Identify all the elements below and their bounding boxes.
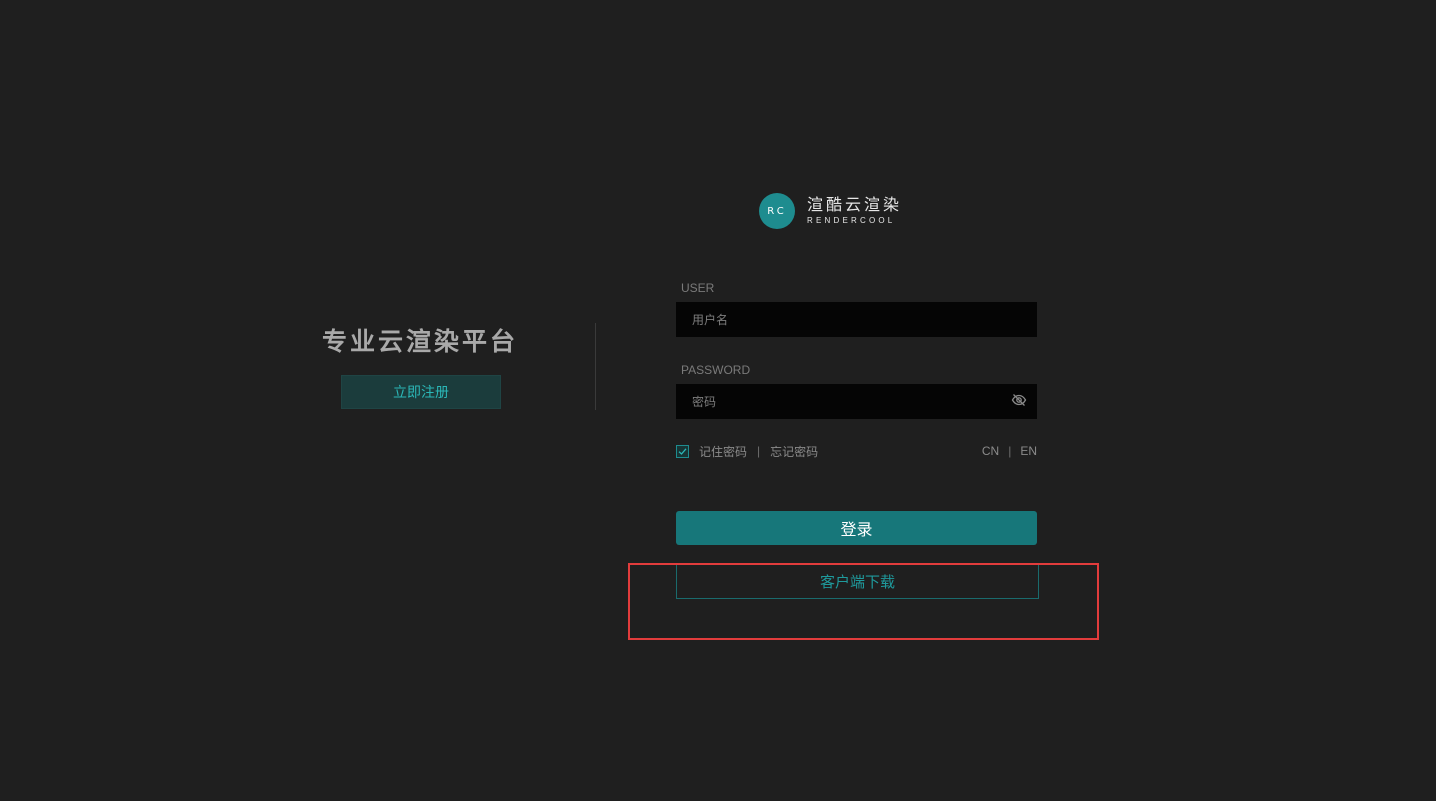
vertical-divider — [595, 323, 596, 410]
check-icon — [678, 447, 687, 455]
logo-name-en: RENDERCOOL — [807, 215, 896, 225]
logo-text: 渲酷云渲染 RENDERCOOL — [807, 197, 902, 226]
register-button[interactable]: 立即注册 — [341, 375, 501, 409]
brand-logo: RC 渲酷云渲染 RENDERCOOL — [759, 193, 902, 229]
logo-name-cn: 渲酷云渲染 — [807, 196, 903, 214]
logo-mark: RC — [759, 193, 795, 229]
forgot-password-link[interactable]: 忘记密码 — [770, 443, 818, 460]
eye-slash-icon[interactable] — [1011, 392, 1027, 408]
remember-checkbox[interactable] — [676, 444, 689, 458]
username-input[interactable] — [676, 302, 1037, 337]
lang-separator: | — [1008, 444, 1012, 458]
login-options-row: 记住密码 | 忘记密码 CN | EN — [676, 443, 1037, 459]
lang-en-link[interactable]: EN — [1020, 444, 1037, 458]
password-input[interactable] — [676, 384, 1037, 419]
platform-slogan: 专业云渲染平台 — [321, 328, 518, 356]
password-label: PASSWORD — [681, 363, 751, 377]
remember-password-label[interactable]: 记住密码 — [699, 443, 747, 460]
language-switch: CN | EN — [982, 444, 1037, 458]
lang-cn-link[interactable]: CN — [982, 444, 999, 458]
client-download-button[interactable]: 客户端下载 — [676, 564, 1039, 599]
user-label: USER — [681, 281, 715, 295]
login-button[interactable]: 登录 — [676, 511, 1037, 545]
options-separator: | — [757, 444, 761, 458]
login-page: 专业云渲染平台 立即注册 RC 渲酷云渲染 RENDERCOOL USER PA… — [0, 0, 1436, 801]
